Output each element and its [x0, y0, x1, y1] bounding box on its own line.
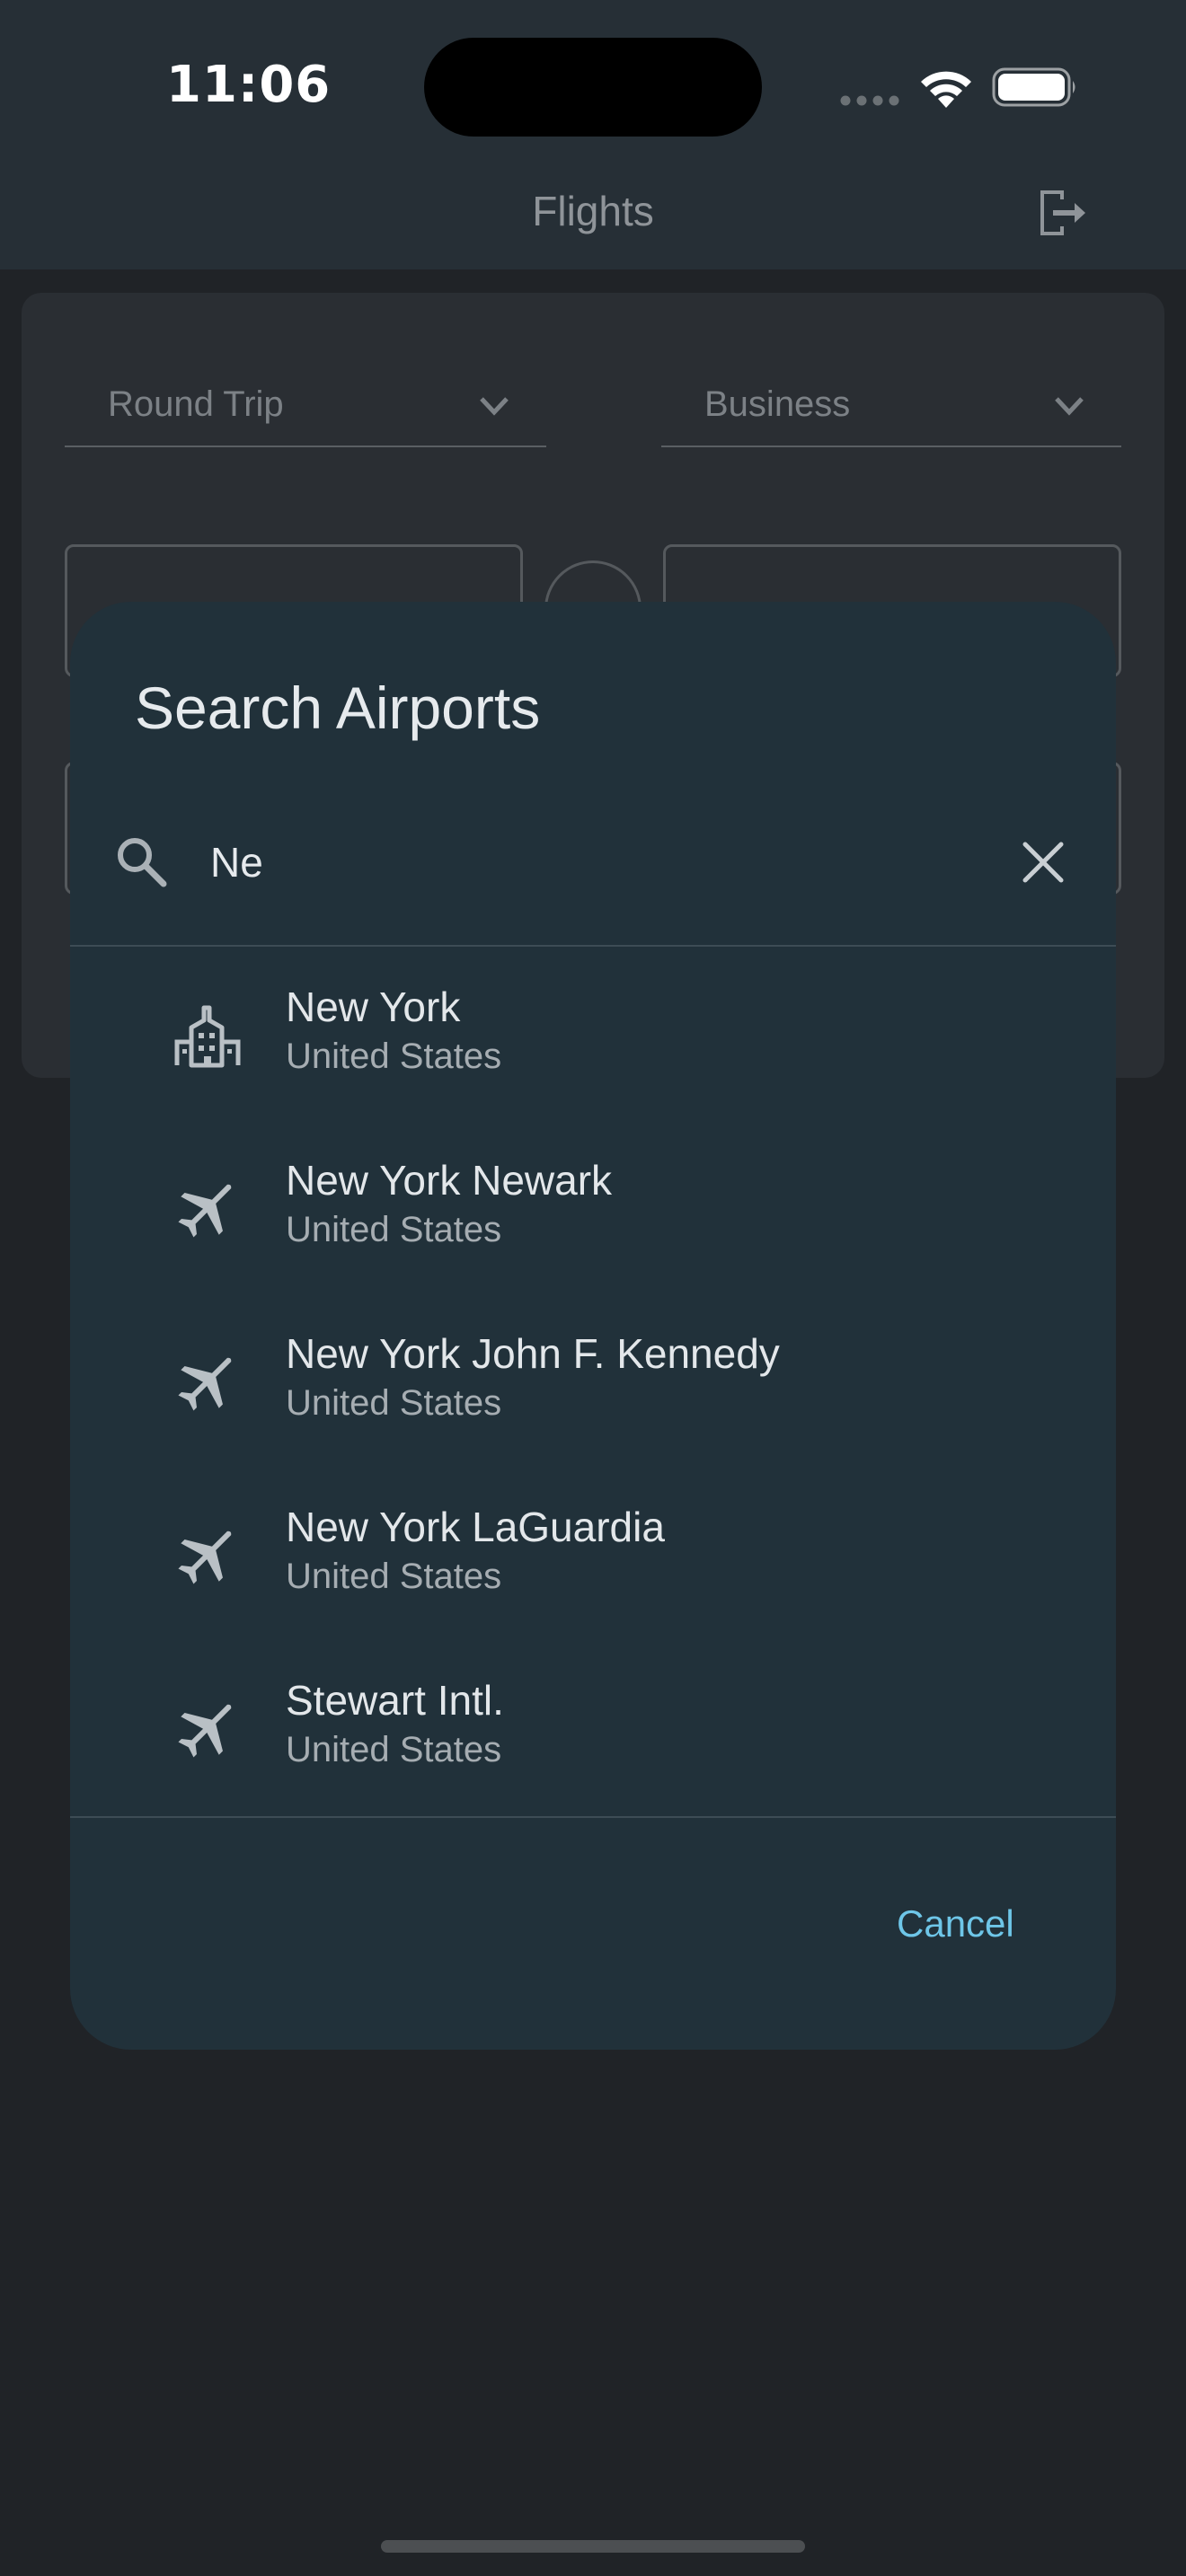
list-item[interactable]: New York LaGuardia United States — [70, 1469, 1116, 1642]
search-input[interactable] — [210, 825, 929, 900]
airplane-icon — [178, 1531, 232, 1584]
status-bar: 11:06 — [0, 0, 1186, 171]
search-icon — [118, 838, 167, 887]
close-icon[interactable] — [1018, 837, 1068, 887]
result-country: United States — [286, 1730, 502, 1769]
search-airports-dialog: Search Airports Ne New York United State… — [70, 602, 1116, 2050]
battery-icon — [992, 67, 1075, 107]
dialog-title: Search Airports — [135, 675, 541, 741]
logout-icon[interactable] — [1031, 183, 1091, 243]
status-time: 11:06 — [166, 56, 332, 114]
airplane-icon — [178, 1184, 232, 1238]
trip-type-label: Round Trip — [108, 384, 284, 424]
dynamic-island — [424, 38, 762, 137]
result-country: United States — [286, 1037, 502, 1076]
result-name: New York LaGuardia — [286, 1504, 665, 1550]
result-country: United States — [286, 1557, 502, 1596]
list-item[interactable]: Stewart Intl. United States — [70, 1642, 1116, 1815]
trip-type-dropdown[interactable]: Round Trip — [65, 361, 546, 447]
chevron-down-icon — [480, 397, 509, 416]
cabin-class-label: Business — [704, 384, 851, 424]
result-name: Stewart Intl. — [286, 1677, 504, 1724]
city-icon — [174, 1005, 241, 1068]
airplane-icon — [178, 1704, 232, 1758]
screen: 11:06 Flights Round Trip Business Search… — [0, 0, 1186, 2576]
result-name: New York — [286, 984, 461, 1030]
cabin-class-dropdown[interactable]: Business — [661, 361, 1121, 447]
cancel-button[interactable]: Cancel — [897, 1902, 1014, 1945]
chevron-down-icon — [1055, 397, 1084, 416]
wifi-icon — [921, 71, 971, 108]
home-indicator[interactable] — [381, 2540, 805, 2553]
search-bar — [70, 799, 1116, 947]
list-item[interactable]: New York Newark United States — [70, 1122, 1116, 1295]
result-name: New York Newark — [286, 1157, 613, 1204]
divider — [70, 1816, 1116, 1818]
list-item[interactable]: New York John F. Kennedy United States — [70, 1295, 1116, 1469]
airplane-icon — [178, 1357, 232, 1411]
app-bar: Flights — [0, 171, 1186, 269]
cellular-signal-icon — [840, 95, 899, 106]
result-country: United States — [286, 1210, 502, 1249]
result-country: United States — [286, 1383, 502, 1423]
result-name: New York John F. Kennedy — [286, 1330, 780, 1377]
airport-results-list: New York United States New York Newark U… — [70, 948, 1116, 1816]
list-item[interactable]: New York United States — [70, 948, 1116, 1122]
page-title: Flights — [532, 188, 654, 234]
